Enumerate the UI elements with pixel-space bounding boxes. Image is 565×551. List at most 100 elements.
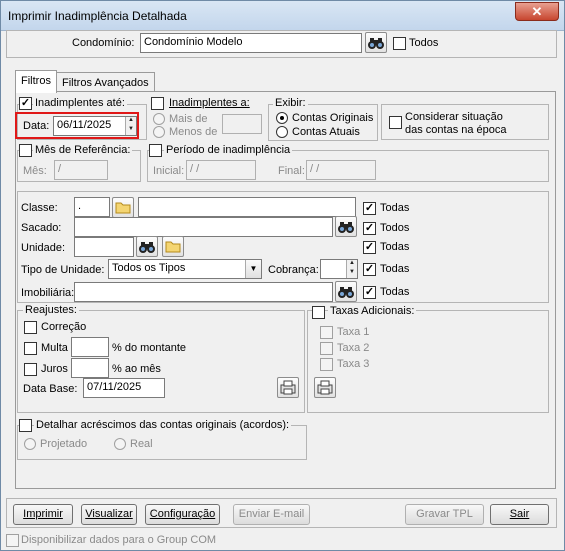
classe-input[interactable] xyxy=(138,197,356,217)
taxa-1-label: Taxa 1 xyxy=(337,326,370,338)
visualizar-button[interactable]: Visualizar xyxy=(81,504,137,525)
inadimplentes-ate-checkbox[interactable]: ✓ xyxy=(19,97,32,110)
sair-button[interactable]: Sair xyxy=(490,504,549,525)
folder-icon xyxy=(115,202,131,214)
binoculars-icon xyxy=(368,38,384,49)
multa-checkbox[interactable] xyxy=(24,342,37,355)
menos-de-radio[interactable] xyxy=(153,126,165,138)
multa-input[interactable] xyxy=(71,337,109,357)
config-icon xyxy=(317,380,333,395)
inicial-label: Inicial: xyxy=(153,165,185,177)
tipo-unidade-select[interactable]: Todos os Tipos ▼ xyxy=(108,259,262,279)
classe-todas-checkbox[interactable]: ✓ xyxy=(363,202,376,215)
binoculars-icon xyxy=(139,242,155,253)
tipo-unidade-value: Todos os Tipos xyxy=(112,262,186,274)
taxa-3-label: Taxa 3 xyxy=(337,358,370,370)
taxa-3-checkbox[interactable] xyxy=(320,358,333,371)
tab-filtros-label: Filtros xyxy=(21,75,51,87)
data-value: 06/11/2025 xyxy=(57,119,112,131)
mais-de-label: Mais de xyxy=(169,113,208,125)
tipo-unidade-label: Tipo de Unidade: xyxy=(21,264,105,276)
gravar-tpl-button[interactable]: Gravar TPL xyxy=(405,504,484,525)
correcao-checkbox[interactable] xyxy=(24,321,37,334)
real-label: Real xyxy=(130,438,153,450)
taxa-1-checkbox[interactable] xyxy=(320,326,333,339)
contas-atuais-radio[interactable] xyxy=(276,126,288,138)
sacado-todos-checkbox[interactable]: ✓ xyxy=(363,222,376,235)
acrescimos-checkbox[interactable] xyxy=(19,419,32,432)
imobiliaria-input[interactable] xyxy=(74,282,333,302)
juros-suffix: % ao mês xyxy=(112,363,161,375)
unidade-input[interactable] xyxy=(74,237,134,257)
taxa-2-label: Taxa 2 xyxy=(337,342,370,354)
data-spinner[interactable]: ▲ ▼ xyxy=(125,117,136,135)
data-base-label: Data Base: xyxy=(23,383,78,395)
inadimplentes-ate-label: Inadimplentes até: xyxy=(33,97,127,109)
contas-originais-radio[interactable] xyxy=(276,112,288,124)
sacado-search-button[interactable] xyxy=(335,216,357,237)
spin-down-icon: ▼ xyxy=(128,126,134,132)
mes-input[interactable]: / xyxy=(54,160,108,180)
projetado-label: Projetado xyxy=(40,438,88,450)
sacado-input[interactable] xyxy=(74,217,333,237)
considerar-label-2: das contas na época xyxy=(405,124,507,136)
juros-checkbox[interactable] xyxy=(24,363,37,376)
inadimplentes-a-checkbox[interactable] xyxy=(151,97,164,110)
cobranca-todas-checkbox[interactable]: ✓ xyxy=(363,263,376,276)
spin-down-icon: ▼ xyxy=(349,269,355,275)
todos-condominio-label: Todos xyxy=(409,37,439,49)
reajustes-config-button[interactable] xyxy=(277,377,299,398)
taxa-2-checkbox[interactable] xyxy=(320,342,333,355)
mes-label: Mês: xyxy=(23,165,47,177)
data-input[interactable]: 06/11/2025 ▲ ▼ xyxy=(53,116,137,136)
contas-atuais-label: Contas Atuais xyxy=(292,126,360,138)
classe-folder-button[interactable] xyxy=(112,197,134,218)
imobiliaria-search-button[interactable] xyxy=(335,281,357,302)
configuracao-button[interactable]: Configuração xyxy=(145,504,220,525)
chevron-down-icon: ▼ xyxy=(245,260,261,278)
periodo-label: Período de inadimplência xyxy=(164,144,293,156)
periodo-checkbox[interactable] xyxy=(149,144,162,157)
unidade-search-button[interactable] xyxy=(136,236,158,257)
mes-referencia-checkbox[interactable] xyxy=(19,144,32,157)
final-input[interactable]: / / xyxy=(306,160,376,180)
projetado-radio[interactable] xyxy=(24,438,36,450)
unidade-todas-checkbox[interactable]: ✓ xyxy=(363,241,376,254)
todos-condominio-checkbox[interactable] xyxy=(393,37,406,50)
taxas-checkbox[interactable] xyxy=(312,306,325,319)
inadimplentes-a-label: Inadimplentes a: xyxy=(167,97,252,109)
window-title: Imprimir Inadimplência Detalhada xyxy=(8,9,187,23)
exibir-label: Exibir: xyxy=(273,97,308,109)
data-base-input[interactable]: 07/11/2025 xyxy=(83,378,165,398)
config-icon xyxy=(280,380,296,395)
group-com-label: Disponibilizar dados para o Group COM xyxy=(21,534,217,546)
enviar-email-button[interactable]: Enviar E-mail xyxy=(233,504,310,525)
final-label: Final: xyxy=(278,165,305,177)
imprimir-button[interactable]: Imprimir xyxy=(13,504,73,525)
binoculars-icon xyxy=(338,287,354,298)
classe-code-input[interactable]: . xyxy=(74,197,110,217)
mais-de-radio[interactable] xyxy=(153,113,165,125)
dias-input[interactable] xyxy=(222,114,262,134)
cobranca-input[interactable]: ▲ ▼ xyxy=(320,259,358,279)
inicial-input[interactable]: / / xyxy=(186,160,256,180)
cobranca-spinner[interactable]: ▲ ▼ xyxy=(346,260,357,278)
unidade-folder-button[interactable] xyxy=(162,236,184,257)
considerar-checkbox[interactable] xyxy=(389,116,402,129)
juros-input[interactable] xyxy=(71,358,109,378)
taxas-config-button[interactable] xyxy=(314,377,336,398)
condominio-input[interactable]: Condomínio Modelo xyxy=(140,33,362,53)
group-com-checkbox[interactable] xyxy=(6,534,19,547)
binoculars-icon xyxy=(338,222,354,233)
imobiliaria-todas-label: Todas xyxy=(380,286,410,298)
acrescimos-label: Detalhar acréscimos das contas originais… xyxy=(34,419,292,431)
close-button[interactable]: ✕ xyxy=(515,2,559,21)
tab-filtros-avancados[interactable]: Filtros Avançados xyxy=(56,72,155,93)
unidade-label: Unidade: xyxy=(21,242,66,254)
tab-filtros[interactable]: Filtros xyxy=(15,70,57,93)
menos-de-label: Menos de xyxy=(169,126,218,138)
real-radio[interactable] xyxy=(114,438,126,450)
condominio-search-button[interactable] xyxy=(365,32,387,53)
imobiliaria-label: Imobiliária: xyxy=(21,287,75,299)
imobiliaria-todas-checkbox[interactable]: ✓ xyxy=(363,286,376,299)
